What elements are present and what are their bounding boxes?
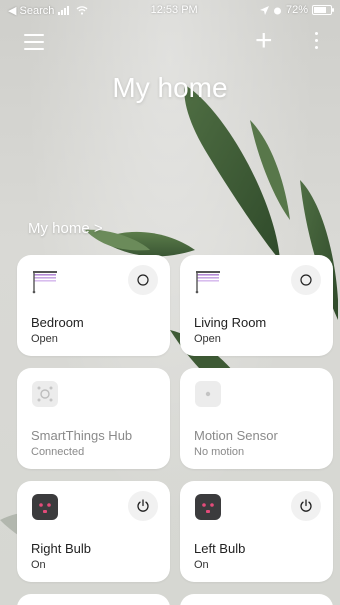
circle-icon — [300, 274, 312, 286]
device-toggle-button[interactable] — [128, 265, 158, 295]
device-name: Living Room — [194, 315, 267, 330]
device-grid: Bedroom Open Living Room Open SmartThing… — [17, 255, 334, 582]
power-icon — [137, 499, 149, 512]
plug-icon — [195, 494, 221, 520]
device-status: On — [31, 559, 46, 571]
device-status: On — [194, 559, 209, 571]
device-name: SmartThings Hub — [31, 428, 133, 443]
menu-icon[interactable] — [24, 34, 44, 50]
device-card-bedroom[interactable]: Bedroom Open — [17, 255, 170, 356]
alarm-icon — [273, 7, 281, 14]
wifi-icon — [76, 5, 88, 15]
location-icon — [259, 5, 269, 15]
status-bar: ◀ Search 12:53 PM 72% — [0, 0, 340, 20]
device-power-button[interactable] — [291, 491, 321, 521]
page-title: My home — [112, 72, 228, 103]
device-power-button[interactable] — [128, 491, 158, 521]
device-name: Right Bulb — [31, 541, 91, 556]
blind-icon — [32, 271, 57, 294]
device-name: Left Bulb — [194, 541, 246, 556]
hub-icon — [32, 381, 58, 407]
device-card-living-room[interactable]: Living Room Open — [180, 255, 333, 356]
next-row-cards-partial — [17, 594, 334, 605]
top-bar: + — [0, 26, 340, 58]
device-status: No motion — [194, 446, 245, 458]
sensor-icon — [195, 381, 221, 407]
device-card-partial[interactable] — [17, 594, 170, 605]
home-selector-link[interactable]: My home > — [28, 220, 103, 237]
device-name: Bedroom — [31, 315, 84, 330]
plug-icon — [32, 494, 58, 520]
device-toggle-button[interactable] — [291, 265, 321, 295]
device-card-partial[interactable] — [180, 594, 333, 605]
blind-icon — [195, 271, 220, 294]
device-card-left-bulb[interactable]: Left Bulb On — [180, 481, 333, 582]
power-icon — [300, 499, 312, 512]
add-icon[interactable]: + — [255, 26, 273, 56]
device-status: Open — [31, 333, 58, 345]
device-status: Connected — [31, 446, 85, 458]
device-status: Open — [194, 333, 221, 345]
device-card-motion-sensor[interactable]: Motion Sensor No motion — [180, 368, 333, 469]
device-card-right-bulb[interactable]: Right Bulb On — [17, 481, 170, 582]
circle-icon — [137, 274, 149, 286]
device-name: Motion Sensor — [194, 428, 278, 443]
cellular-signal-icon — [58, 5, 70, 15]
device-card-smartthings-hub[interactable]: SmartThings Hub Connected — [17, 368, 170, 469]
battery-percent: 72% — [285, 4, 308, 16]
screen: ◀ Search 12:53 PM 72% + My home My home … — [0, 0, 340, 605]
battery-icon — [312, 5, 334, 15]
status-time: 12:53 PM — [150, 4, 198, 16]
back-to-search-link[interactable]: ◀ Search — [8, 4, 54, 17]
more-options-icon[interactable] — [312, 32, 320, 52]
battery-level-fill — [314, 7, 326, 13]
